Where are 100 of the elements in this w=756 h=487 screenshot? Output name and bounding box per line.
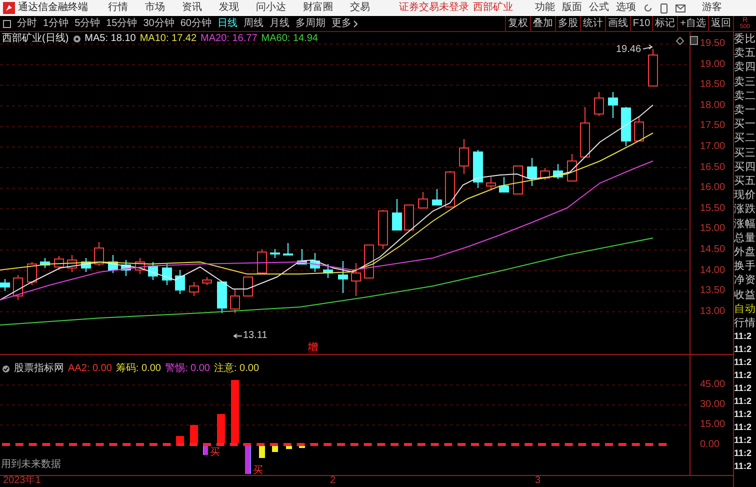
- price-label: 13.11: [243, 331, 268, 341]
- quote-field-label: 买一: [734, 117, 756, 132]
- candlestick: [459, 138, 469, 174]
- menu-item[interactable]: 财富圈: [303, 3, 333, 13]
- toolbar-button[interactable]: 标记: [652, 16, 678, 31]
- candlestick: [67, 254, 77, 272]
- candlestick: [310, 252, 320, 272]
- phone-icon[interactable]: [660, 2, 668, 14]
- menu-item[interactable]: 交易: [350, 3, 370, 13]
- time-axis-label: 2023年1: [3, 476, 41, 486]
- axis-label: 15.00: [700, 224, 726, 234]
- candlestick: [135, 258, 145, 274]
- period-tab[interactable]: 月线: [270, 18, 290, 28]
- axis-label: 17.50: [700, 121, 726, 132]
- period-tab[interactable]: 1分钟: [43, 18, 69, 28]
- indicator-bar: [217, 414, 225, 443]
- axis-label: 45.00: [700, 380, 726, 390]
- indicator-bar: [231, 380, 239, 443]
- trade-time: 11:2: [734, 447, 752, 460]
- trade-time: 11:2: [734, 395, 752, 408]
- period-tab[interactable]: 分时: [17, 18, 37, 28]
- warning-note: 用到未来数据: [1, 460, 61, 470]
- indicator-bar: [190, 425, 198, 443]
- buy-mark: 买: [253, 466, 263, 476]
- buy-mark: 买: [210, 448, 220, 458]
- indicator-bar: [286, 446, 292, 449]
- panel-icon[interactable]: [690, 36, 698, 45]
- period-tab[interactable]: 多周期: [296, 18, 326, 28]
- toolbar-button[interactable]: 多股: [554, 16, 580, 31]
- toolbar-button[interactable]: F10: [630, 16, 652, 31]
- period-tab[interactable]: 15分钟: [106, 18, 138, 28]
- candlestick: [540, 168, 550, 180]
- toolbar-button[interactable]: 画线: [604, 16, 630, 31]
- menu-item[interactable]: 发现: [219, 3, 239, 13]
- quote-field-label: 收益: [734, 288, 756, 302]
- axis-label: 15.50: [700, 204, 726, 214]
- candlestick: [513, 166, 523, 194]
- quote-field-label: 买三: [734, 146, 756, 160]
- stock-name: 西部矿业: [473, 3, 513, 13]
- axis-label: 19.50: [700, 39, 726, 49]
- toolbar-button[interactable]: 复权: [504, 16, 530, 31]
- period-tab[interactable]: 周线: [244, 18, 264, 28]
- refresh-icon[interactable]: [643, 3, 653, 13]
- chevron-icon[interactable]: [352, 20, 358, 28]
- toolbar-button[interactable]: 叠加: [530, 16, 555, 31]
- ma-value: MA10: 17.42: [140, 34, 197, 44]
- period-tab[interactable]: 日线: [218, 18, 238, 28]
- candlestick: [432, 188, 442, 206]
- quote-field-label: 现价: [734, 188, 756, 202]
- candlestick: [108, 254, 118, 274]
- toggle-icon[interactable]: [2, 365, 10, 373]
- quote-field-label: 涨幅: [734, 216, 756, 231]
- quote-field-label: 卖一: [734, 103, 756, 118]
- candlestick: [217, 282, 227, 314]
- candlestick: [175, 270, 185, 294]
- period-tab[interactable]: 60分钟: [180, 18, 212, 28]
- quote-field-label: 涨跌: [734, 202, 756, 217]
- login-status[interactable]: 证券交易未登录: [399, 3, 469, 13]
- period-tab[interactable]: 30分钟: [143, 18, 174, 28]
- candlestick: [202, 276, 212, 286]
- candlestick: [567, 154, 577, 182]
- candlestick: [594, 92, 604, 116]
- menu-item[interactable]: 资讯: [182, 3, 202, 13]
- axis-label: 19.00: [700, 60, 726, 70]
- axis-label: 17.00: [700, 142, 726, 152]
- menu-item[interactable]: 问小达: [256, 3, 286, 13]
- trade-time: 11:2: [734, 330, 752, 344]
- user-label[interactable]: 游客: [702, 3, 722, 13]
- time-axis-label: 2: [330, 476, 336, 486]
- candlestick: [648, 48, 658, 86]
- period-tab[interactable]: 更多: [332, 18, 352, 28]
- menu-item[interactable]: 行情: [108, 3, 128, 13]
- candlestick: [392, 198, 402, 230]
- candlestick: [13, 274, 23, 300]
- quote-field-label: 换手: [734, 259, 756, 274]
- quote-field-label: 卖三: [734, 74, 756, 89]
- mail-icon[interactable]: [675, 4, 686, 12]
- quote-field-label: 买四: [734, 160, 756, 174]
- candlestick: [162, 264, 172, 286]
- quote-field-label: 卖四: [734, 60, 756, 75]
- trade-time: 11:2: [734, 460, 752, 474]
- toolbar-button[interactable]: +自选: [677, 16, 708, 31]
- indicator-bar: [299, 446, 305, 448]
- menu-item[interactable]: 选项: [616, 3, 636, 13]
- toolbar-button[interactable]: 返回: [708, 16, 733, 31]
- indicator-value: AA2: 0.00: [68, 364, 112, 374]
- menu-item[interactable]: 版面: [562, 3, 582, 13]
- period-tab[interactable]: 5分钟: [74, 18, 100, 28]
- menu-item[interactable]: 公式: [589, 3, 609, 13]
- candlestick: [634, 116, 644, 142]
- settings-icon[interactable]: [72, 35, 81, 43]
- indicator-bar: [203, 446, 208, 455]
- menu-item[interactable]: 市场: [145, 3, 165, 13]
- panel-toggle-icon[interactable]: [3, 20, 11, 28]
- toolbar-button[interactable]: 统计: [580, 16, 605, 31]
- candlestick: [378, 210, 388, 250]
- indicator-value: 筹码: 0.00: [116, 364, 161, 374]
- trade-time: 11:2: [734, 421, 752, 434]
- candlestick: [553, 164, 563, 180]
- menu-item[interactable]: 功能: [535, 3, 555, 13]
